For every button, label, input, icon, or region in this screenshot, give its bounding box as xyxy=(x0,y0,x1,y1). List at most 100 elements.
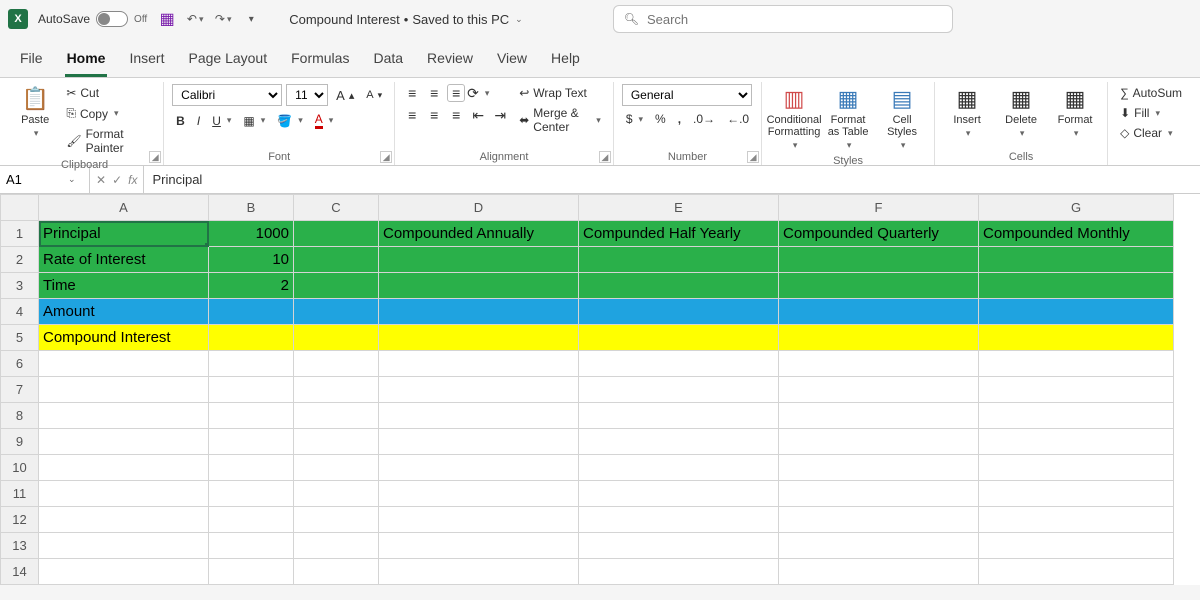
row-header-4[interactable]: 4 xyxy=(1,299,39,325)
cell-B14[interactable] xyxy=(209,559,294,585)
cell-C6[interactable] xyxy=(294,351,379,377)
cell-A6[interactable] xyxy=(39,351,209,377)
cell-E3[interactable] xyxy=(579,273,779,299)
cell-D14[interactable] xyxy=(379,559,579,585)
cell-B2[interactable]: 10 xyxy=(209,247,294,273)
insert-cells-button[interactable]: ▦Insert▾ xyxy=(943,84,991,141)
accounting-format-button[interactable]: $▾ xyxy=(622,110,647,128)
select-all-corner[interactable] xyxy=(1,195,39,221)
cell-G10[interactable] xyxy=(979,455,1174,481)
increase-indent-button[interactable]: ⇥ xyxy=(491,106,509,124)
search-box[interactable]: 🔍︎ xyxy=(613,5,953,33)
row-header-7[interactable]: 7 xyxy=(1,377,39,403)
font-name-select[interactable]: Calibri xyxy=(172,84,282,106)
cell-B13[interactable] xyxy=(209,533,294,559)
cell-D5[interactable] xyxy=(379,325,579,351)
name-box-input[interactable] xyxy=(6,172,66,187)
cell-F9[interactable] xyxy=(779,429,979,455)
cell-B10[interactable] xyxy=(209,455,294,481)
cell-A11[interactable] xyxy=(39,481,209,507)
cut-button[interactable]: ✂Cut xyxy=(62,84,155,102)
copy-button[interactable]: ⎘Copy▾ xyxy=(62,104,155,123)
font-size-select[interactable]: 11 xyxy=(286,84,328,106)
worksheet[interactable]: ABCDEFG 1Principal1000Compounded Annuall… xyxy=(0,194,1200,585)
cell-C11[interactable] xyxy=(294,481,379,507)
cell-B3[interactable]: 2 xyxy=(209,273,294,299)
cell-B4[interactable] xyxy=(209,299,294,325)
cell-F11[interactable] xyxy=(779,481,979,507)
cell-styles-button[interactable]: ▤Cell Styles▾ xyxy=(878,84,926,153)
align-top-button[interactable]: ≡ xyxy=(403,84,421,102)
cell-E13[interactable] xyxy=(579,533,779,559)
cell-C2[interactable] xyxy=(294,247,379,273)
font-color-button[interactable]: A▾ xyxy=(311,110,338,131)
column-header-E[interactable]: E xyxy=(579,195,779,221)
cell-A10[interactable] xyxy=(39,455,209,481)
tab-data[interactable]: Data xyxy=(371,46,405,77)
cell-A13[interactable] xyxy=(39,533,209,559)
cell-F7[interactable] xyxy=(779,377,979,403)
save-icon[interactable]: ▦ xyxy=(157,9,177,29)
align-right-button[interactable]: ≡ xyxy=(447,106,465,124)
italic-button[interactable]: I xyxy=(193,112,204,130)
cell-G9[interactable] xyxy=(979,429,1174,455)
cell-E7[interactable] xyxy=(579,377,779,403)
cell-C12[interactable] xyxy=(294,507,379,533)
cell-B6[interactable] xyxy=(209,351,294,377)
cell-C4[interactable] xyxy=(294,299,379,325)
cell-C7[interactable] xyxy=(294,377,379,403)
enter-formula-icon[interactable]: ✓ xyxy=(112,173,122,187)
cell-F8[interactable] xyxy=(779,403,979,429)
tab-formulas[interactable]: Formulas xyxy=(289,46,351,77)
cell-C3[interactable] xyxy=(294,273,379,299)
cell-F2[interactable] xyxy=(779,247,979,273)
cell-D1[interactable]: Compounded Annually xyxy=(379,221,579,247)
cell-A7[interactable] xyxy=(39,377,209,403)
cell-E11[interactable] xyxy=(579,481,779,507)
clipboard-dialog-launcher[interactable]: ◢ xyxy=(149,151,161,163)
cell-G11[interactable] xyxy=(979,481,1174,507)
formula-bar[interactable]: Principal xyxy=(144,172,1200,187)
decrease-font-button[interactable]: A▾ xyxy=(362,87,386,103)
paste-button[interactable]: 📋 Paste ▾ xyxy=(14,84,56,141)
cell-G8[interactable] xyxy=(979,403,1174,429)
row-header-8[interactable]: 8 xyxy=(1,403,39,429)
cell-F5[interactable] xyxy=(779,325,979,351)
cell-E4[interactable] xyxy=(579,299,779,325)
cell-G13[interactable] xyxy=(979,533,1174,559)
cell-G3[interactable] xyxy=(979,273,1174,299)
row-header-5[interactable]: 5 xyxy=(1,325,39,351)
align-left-button[interactable]: ≡ xyxy=(403,106,421,124)
cell-A12[interactable] xyxy=(39,507,209,533)
cell-C14[interactable] xyxy=(294,559,379,585)
row-header-1[interactable]: 1 xyxy=(1,221,39,247)
increase-decimal-button[interactable]: .0→ xyxy=(689,110,719,128)
row-header-11[interactable]: 11 xyxy=(1,481,39,507)
column-header-C[interactable]: C xyxy=(294,195,379,221)
cell-E5[interactable] xyxy=(579,325,779,351)
column-header-F[interactable]: F xyxy=(779,195,979,221)
cell-E1[interactable]: Compunded Half Yearly xyxy=(579,221,779,247)
bold-button[interactable]: B xyxy=(172,112,189,130)
cell-G6[interactable] xyxy=(979,351,1174,377)
decrease-indent-button[interactable]: ⇤ xyxy=(469,106,487,124)
number-format-select[interactable]: General xyxy=(622,84,752,106)
qat-customize-icon[interactable]: ▾ xyxy=(241,9,261,29)
cell-E8[interactable] xyxy=(579,403,779,429)
row-header-10[interactable]: 10 xyxy=(1,455,39,481)
cell-E14[interactable] xyxy=(579,559,779,585)
cell-G2[interactable] xyxy=(979,247,1174,273)
tab-insert[interactable]: Insert xyxy=(127,46,166,77)
cell-E10[interactable] xyxy=(579,455,779,481)
font-dialog-launcher[interactable]: ◢ xyxy=(380,151,392,163)
document-title[interactable]: Compound Interest • Saved to this PC ⌄ xyxy=(289,12,523,27)
cell-E2[interactable] xyxy=(579,247,779,273)
merge-center-button[interactable]: ⬌Merge & Center▾ xyxy=(515,104,605,136)
format-cells-button[interactable]: ▦Format▾ xyxy=(1051,84,1099,141)
orientation-button[interactable]: ⟳▾ xyxy=(469,84,487,102)
cell-E9[interactable] xyxy=(579,429,779,455)
cell-F14[interactable] xyxy=(779,559,979,585)
cell-C8[interactable] xyxy=(294,403,379,429)
cell-D2[interactable] xyxy=(379,247,579,273)
borders-button[interactable]: ▦▾ xyxy=(239,112,269,130)
